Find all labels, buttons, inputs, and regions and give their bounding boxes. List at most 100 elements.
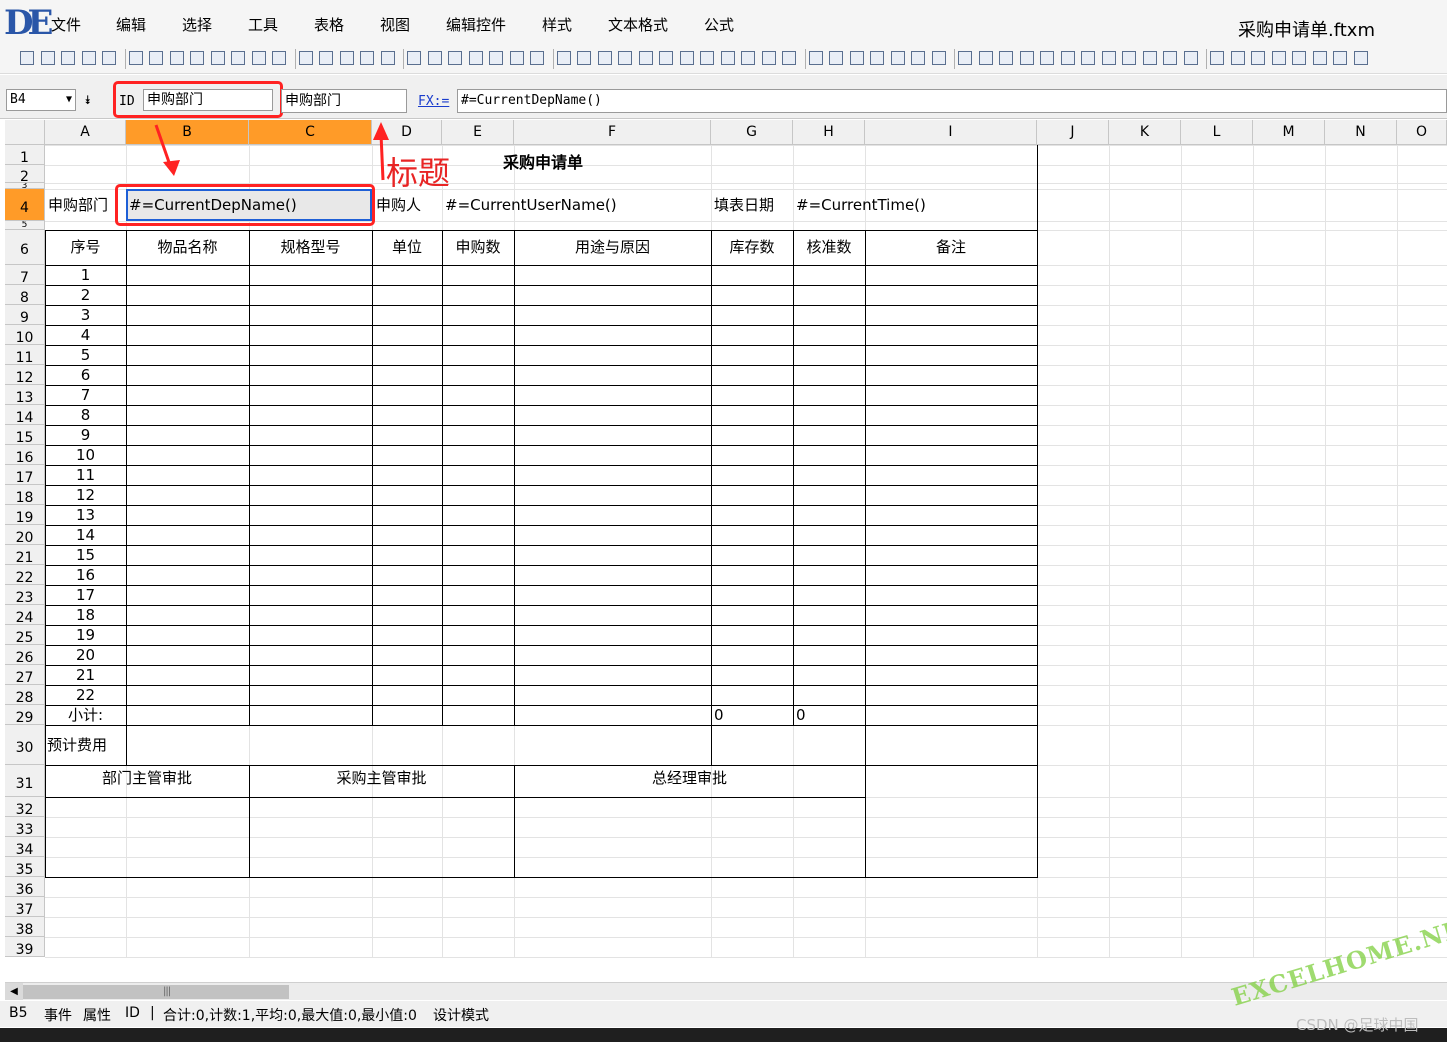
sort-icon[interactable]: [911, 51, 925, 65]
row-header-20[interactable]: 20: [5, 525, 45, 545]
row-header-10[interactable]: 10: [5, 325, 45, 345]
menu-select[interactable]: 选择: [182, 14, 212, 35]
menu-tools[interactable]: 工具: [248, 14, 278, 35]
undo-icon[interactable]: [40, 51, 55, 65]
textbox-icon[interactable]: [958, 51, 972, 65]
row-header-25[interactable]: 25: [5, 625, 45, 645]
align-middle-icon[interactable]: [509, 51, 524, 65]
eye-icon[interactable]: [272, 51, 286, 65]
row-header-12[interactable]: 12: [5, 365, 45, 385]
percent-icon[interactable]: [1251, 51, 1265, 65]
insert-row-icon[interactable]: [849, 51, 864, 65]
delete-icon[interactable]: [890, 51, 905, 65]
column-header-m[interactable]: M: [1253, 120, 1325, 145]
column-header-k[interactable]: K: [1109, 120, 1181, 145]
image-icon[interactable]: [700, 51, 714, 65]
row-header-21[interactable]: 21: [5, 545, 45, 565]
table-icon[interactable]: [128, 51, 143, 65]
formula-input[interactable]: #=CurrentDepName(): [457, 89, 1447, 113]
row-header-27[interactable]: 27: [5, 665, 45, 685]
border-left-icon[interactable]: [339, 51, 354, 65]
row-header-16[interactable]: 16: [5, 445, 45, 465]
formula-icon[interactable]: [1183, 51, 1198, 65]
brush-icon[interactable]: [210, 51, 225, 65]
combo-icon[interactable]: [1081, 51, 1095, 65]
decimal-icon[interactable]: [1271, 51, 1286, 65]
asterisk-icon[interactable]: [556, 51, 571, 65]
bold-icon[interactable]: [659, 51, 673, 65]
font-color-icon[interactable]: [741, 51, 755, 65]
row-header-26[interactable]: 26: [5, 645, 45, 665]
menu-formula[interactable]: 公式: [704, 14, 734, 35]
column-header-o[interactable]: O: [1397, 120, 1447, 145]
grid-view-icon[interactable]: [1333, 51, 1347, 65]
dollar-icon[interactable]: [1230, 51, 1245, 65]
record-icon[interactable]: [81, 51, 96, 65]
split-icon[interactable]: [829, 51, 843, 65]
align-top-icon[interactable]: [489, 51, 503, 65]
menu-view[interactable]: 视图: [380, 14, 410, 35]
row-header-37[interactable]: 37: [5, 897, 45, 917]
border-inner-icon[interactable]: [319, 51, 333, 65]
radio-icon[interactable]: [1019, 51, 1034, 65]
menu-edit[interactable]: 编辑: [116, 14, 146, 35]
image-edit-icon[interactable]: [720, 51, 735, 65]
column-header-h[interactable]: H: [793, 120, 865, 145]
row-header-35[interactable]: 35: [5, 857, 45, 877]
picture-icon[interactable]: [782, 51, 796, 65]
align-justify-icon[interactable]: [468, 51, 483, 65]
border-bottom-icon[interactable]: [380, 51, 395, 65]
border-all-icon[interactable]: [298, 51, 313, 65]
edit-icon[interactable]: [149, 51, 163, 65]
insert-col-icon[interactable]: [870, 51, 884, 65]
row-header-4[interactable]: 4: [5, 189, 45, 221]
font-grow-icon[interactable]: [577, 51, 591, 65]
column-header-i[interactable]: I: [865, 120, 1037, 145]
form-icon[interactable]: [169, 51, 184, 65]
row-header-23[interactable]: 23: [5, 585, 45, 605]
row-header-9[interactable]: 9: [5, 305, 45, 325]
hide-icon[interactable]: [251, 51, 266, 65]
id-input[interactable]: 申购部门: [143, 89, 273, 111]
row-header-28[interactable]: 28: [5, 685, 45, 705]
column-header-f[interactable]: F: [514, 120, 711, 145]
slider-icon[interactable]: [1142, 51, 1157, 65]
status-id[interactable]: ID: [125, 1005, 140, 1021]
fx-label[interactable]: FX:=: [418, 94, 449, 109]
row-header-34[interactable]: 34: [5, 837, 45, 857]
number-icon[interactable]: [1101, 51, 1116, 65]
grid-icon[interactable]: [231, 51, 245, 65]
scrollbar-thumb[interactable]: |||: [23, 985, 289, 999]
spreadsheet[interactable]: A B C D E F G H I J K L M N O 1 2 3 4 5 6 7 8 9 10 11 12 13 14 15 16 17…: [5, 120, 1447, 982]
date-icon[interactable]: [1163, 51, 1177, 65]
row-header-19[interactable]: 19: [5, 505, 45, 525]
expand-icon[interactable]: ⯯: [84, 93, 91, 108]
status-properties[interactable]: 属性: [83, 1005, 111, 1025]
row-header-8[interactable]: 8: [5, 285, 45, 305]
row-header-32[interactable]: 32: [5, 797, 45, 817]
fill-color-icon[interactable]: [679, 51, 694, 65]
calendar-icon[interactable]: [1312, 51, 1327, 65]
thousands-icon[interactable]: [1292, 51, 1306, 65]
row-header-15[interactable]: 15: [5, 425, 45, 445]
currency-icon[interactable]: [1210, 51, 1224, 65]
cell-reference-box[interactable]: B4 ▼: [6, 89, 76, 111]
save-icon[interactable]: [20, 51, 34, 65]
row-header-39[interactable]: 39: [5, 937, 45, 957]
row-header-18[interactable]: 18: [5, 485, 45, 505]
align-right-icon[interactable]: [448, 51, 462, 65]
row-header-14[interactable]: 14: [5, 405, 45, 425]
scroll-left-icon[interactable]: ◀: [5, 983, 23, 1000]
chart-icon[interactable]: [761, 51, 776, 65]
align-center-icon[interactable]: [427, 51, 442, 65]
row-header-11[interactable]: 11: [5, 345, 45, 365]
row-header-30[interactable]: 30: [5, 725, 45, 765]
layout-icon[interactable]: [1353, 51, 1368, 65]
column-header-l[interactable]: L: [1181, 120, 1253, 145]
text-icon[interactable]: [999, 51, 1013, 65]
row-header-24[interactable]: 24: [5, 605, 45, 625]
play-icon[interactable]: [102, 51, 116, 65]
menu-style[interactable]: 样式: [542, 14, 572, 35]
row-header-29[interactable]: 29: [5, 705, 45, 725]
button-icon[interactable]: [1122, 51, 1136, 65]
